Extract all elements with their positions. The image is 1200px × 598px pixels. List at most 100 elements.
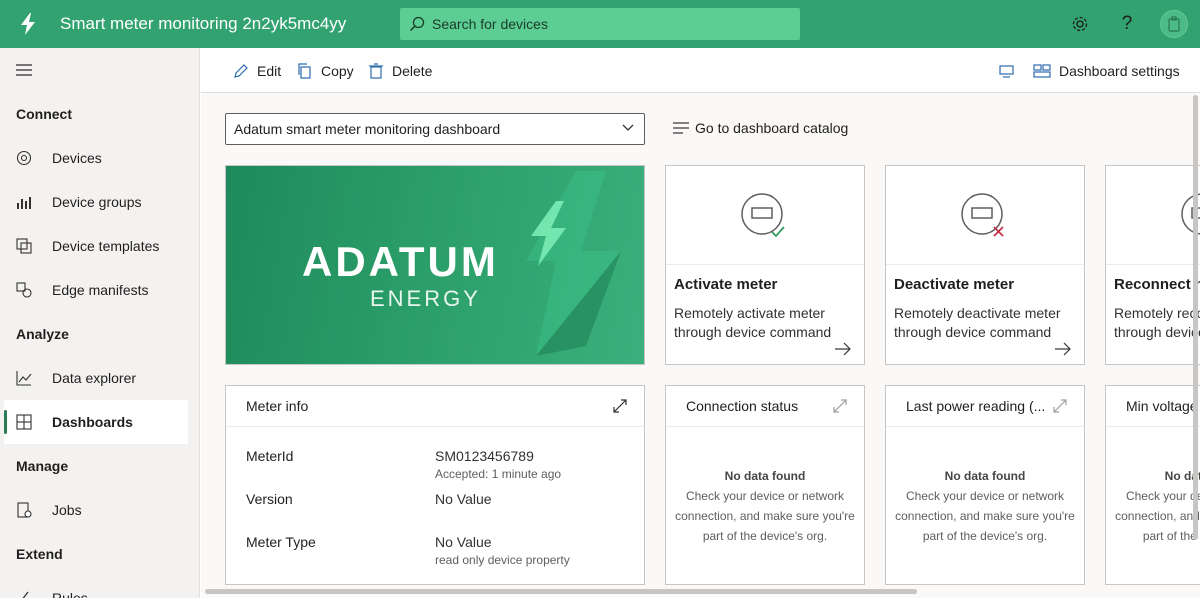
dashboard-selector-value: Adatum smart meter monitoring dashboard [234,121,501,137]
dashboard-catalog-link[interactable]: Go to dashboard catalog [673,120,848,136]
search-box[interactable]: Search for devices [400,8,800,40]
tile-title: Min voltage [1126,398,1198,414]
left-sidebar: Connect Devices Device groups Device tem… [0,48,200,598]
arrow-right-icon[interactable] [834,342,852,356]
sidebar-item-devices[interactable]: Devices [4,136,188,180]
sidebar-item-label: Dashboards [52,414,133,430]
edit-label: Edit [257,63,282,79]
adatum-energy-logo-tile: ADATUM ENERGY [225,165,645,365]
device-groups-icon [17,197,31,209]
dashboard-settings-button[interactable]: Dashboard settings [1033,61,1180,81]
property-label: Version [246,491,293,507]
display-mode-button[interactable] [999,61,1023,81]
hero-brand-sub: ENERGY [370,286,481,311]
device-templates-icon [16,238,32,254]
sidebar-item-data-explorer[interactable]: Data explorer [4,356,188,400]
no-data-line: connection, and make sure you're [675,509,855,523]
delete-button[interactable]: Delete [368,61,432,81]
nav-section-analyze: Analyze [16,326,69,342]
monitor-icon [999,65,1014,78]
tile-header: Last power reading (... [886,386,1084,427]
lightning-logo-icon[interactable] [19,13,37,35]
copy-label: Copy [321,63,354,79]
help-icon[interactable]: ? [1115,12,1139,36]
property-value: No Value [435,491,492,507]
rules-icon [22,591,29,598]
nav-section-connect: Connect [16,106,72,122]
sidebar-item-device-groups[interactable]: Device groups [4,180,188,224]
no-data-message: No data found Check your device or netwo… [666,466,864,546]
dashboard-canvas: Adatum smart meter monitoring dashboard … [201,93,1200,598]
no-data-line: connection, and make sure you're [1115,509,1200,523]
last-power-reading-tile: Last power reading (... No data found Ch… [885,385,1085,585]
account-avatar[interactable] [1160,10,1188,38]
hero-brand-name: ADATUM [302,238,499,285]
no-data-title: No data found [944,469,1026,483]
no-data-line: Check your device or network [1125,489,1200,503]
data-explorer-icon [16,371,32,386]
card-title: Deactivate meter [894,276,1015,293]
vertical-scrollbar[interactable] [1193,95,1198,540]
card-title: Reconnect meter [1114,276,1200,293]
clipboard-icon [1168,16,1180,32]
dashboard-selector-dropdown[interactable]: Adatum smart meter monitoring dashboard [225,113,645,145]
jobs-icon [17,502,32,518]
connection-status-tile: Connection status No data found Check yo… [665,385,865,585]
sidebar-item-rules[interactable]: Rules [4,576,188,598]
tile-title: Connection status [686,398,799,414]
devices-icon [16,150,32,166]
top-bar: Smart meter monitoring 2n2yk5mc4yy Searc… [0,0,1200,48]
pencil-icon [234,64,248,78]
sidebar-item-label: Device groups [52,194,142,210]
settings-gear-icon[interactable] [1068,12,1092,36]
edit-button[interactable]: Edit [233,61,281,81]
meter-info-tile: Meter info MeterId SM0123456789 Accepted… [225,385,645,585]
activate-meter-card[interactable]: Activate meter Remotely activate meter t… [665,165,865,365]
search-input[interactable]: Search for devices [432,16,548,32]
sidebar-item-label: Rules [52,590,88,598]
no-data-line: part of the device's org. [922,529,1048,543]
card-divider [886,264,1084,265]
dashboard-settings-icon [1033,64,1051,78]
sidebar-item-device-templates[interactable]: Device templates [4,224,188,268]
card-description: Remotely deactivate meter through device… [894,305,1061,340]
copy-icon [298,63,311,79]
reconnect-meter-card[interactable]: Reconnect meter Remotely reconnect meter… [1105,165,1200,365]
sidebar-item-label: Jobs [52,502,82,518]
sidebar-item-label: Data explorer [52,370,137,386]
trash-icon [369,63,383,79]
chevron-down-icon [622,124,634,131]
min-voltage-tile: Min voltage No data found Check your dev… [1105,385,1200,585]
app-title: Smart meter monitoring 2n2yk5mc4yy [60,14,347,33]
nav-section-manage: Manage [16,458,69,474]
dashboards-icon [16,414,32,430]
copy-button[interactable]: Copy [297,61,354,81]
expand-icon[interactable] [832,398,848,414]
sidebar-item-edge-manifests[interactable]: Edge manifests [4,268,188,312]
card-description: Remotely reconnect meter through device … [1114,305,1200,340]
arrow-right-icon[interactable] [1054,342,1072,356]
dashboard-settings-label: Dashboard settings [1059,63,1180,79]
expand-icon[interactable] [612,398,628,414]
sidebar-item-jobs[interactable]: Jobs [4,488,188,532]
property-label: MeterId [246,448,294,464]
sidebar-item-label: Device templates [52,238,160,254]
tile-title: Last power reading (... [906,398,1046,414]
expand-icon[interactable] [1052,398,1068,414]
property-subtext: Accepted: 1 minute ago [435,467,562,481]
no-data-line: part of the device's org. [702,529,828,543]
edge-manifests-icon [16,282,32,298]
delete-label: Delete [392,63,433,79]
property-value: No Value [435,534,492,550]
tile-header: Min voltage [1106,386,1200,427]
command-bar: Edit Copy Delete Dashboard settings [201,48,1200,93]
horizontal-scrollbar[interactable] [205,589,917,594]
catalog-link-label: Go to dashboard catalog [695,120,849,136]
deactivate-meter-card[interactable]: Deactivate meter Remotely deactivate met… [885,165,1085,365]
tile-header: Connection status [666,386,864,427]
sidebar-item-dashboards[interactable]: Dashboards [4,400,188,444]
no-data-message: No data found Check your device or netwo… [1106,466,1200,546]
card-description: Remotely activate meter through device c… [674,305,832,340]
catalog-list-icon [673,122,689,134]
hamburger-menu-icon[interactable] [16,64,32,76]
